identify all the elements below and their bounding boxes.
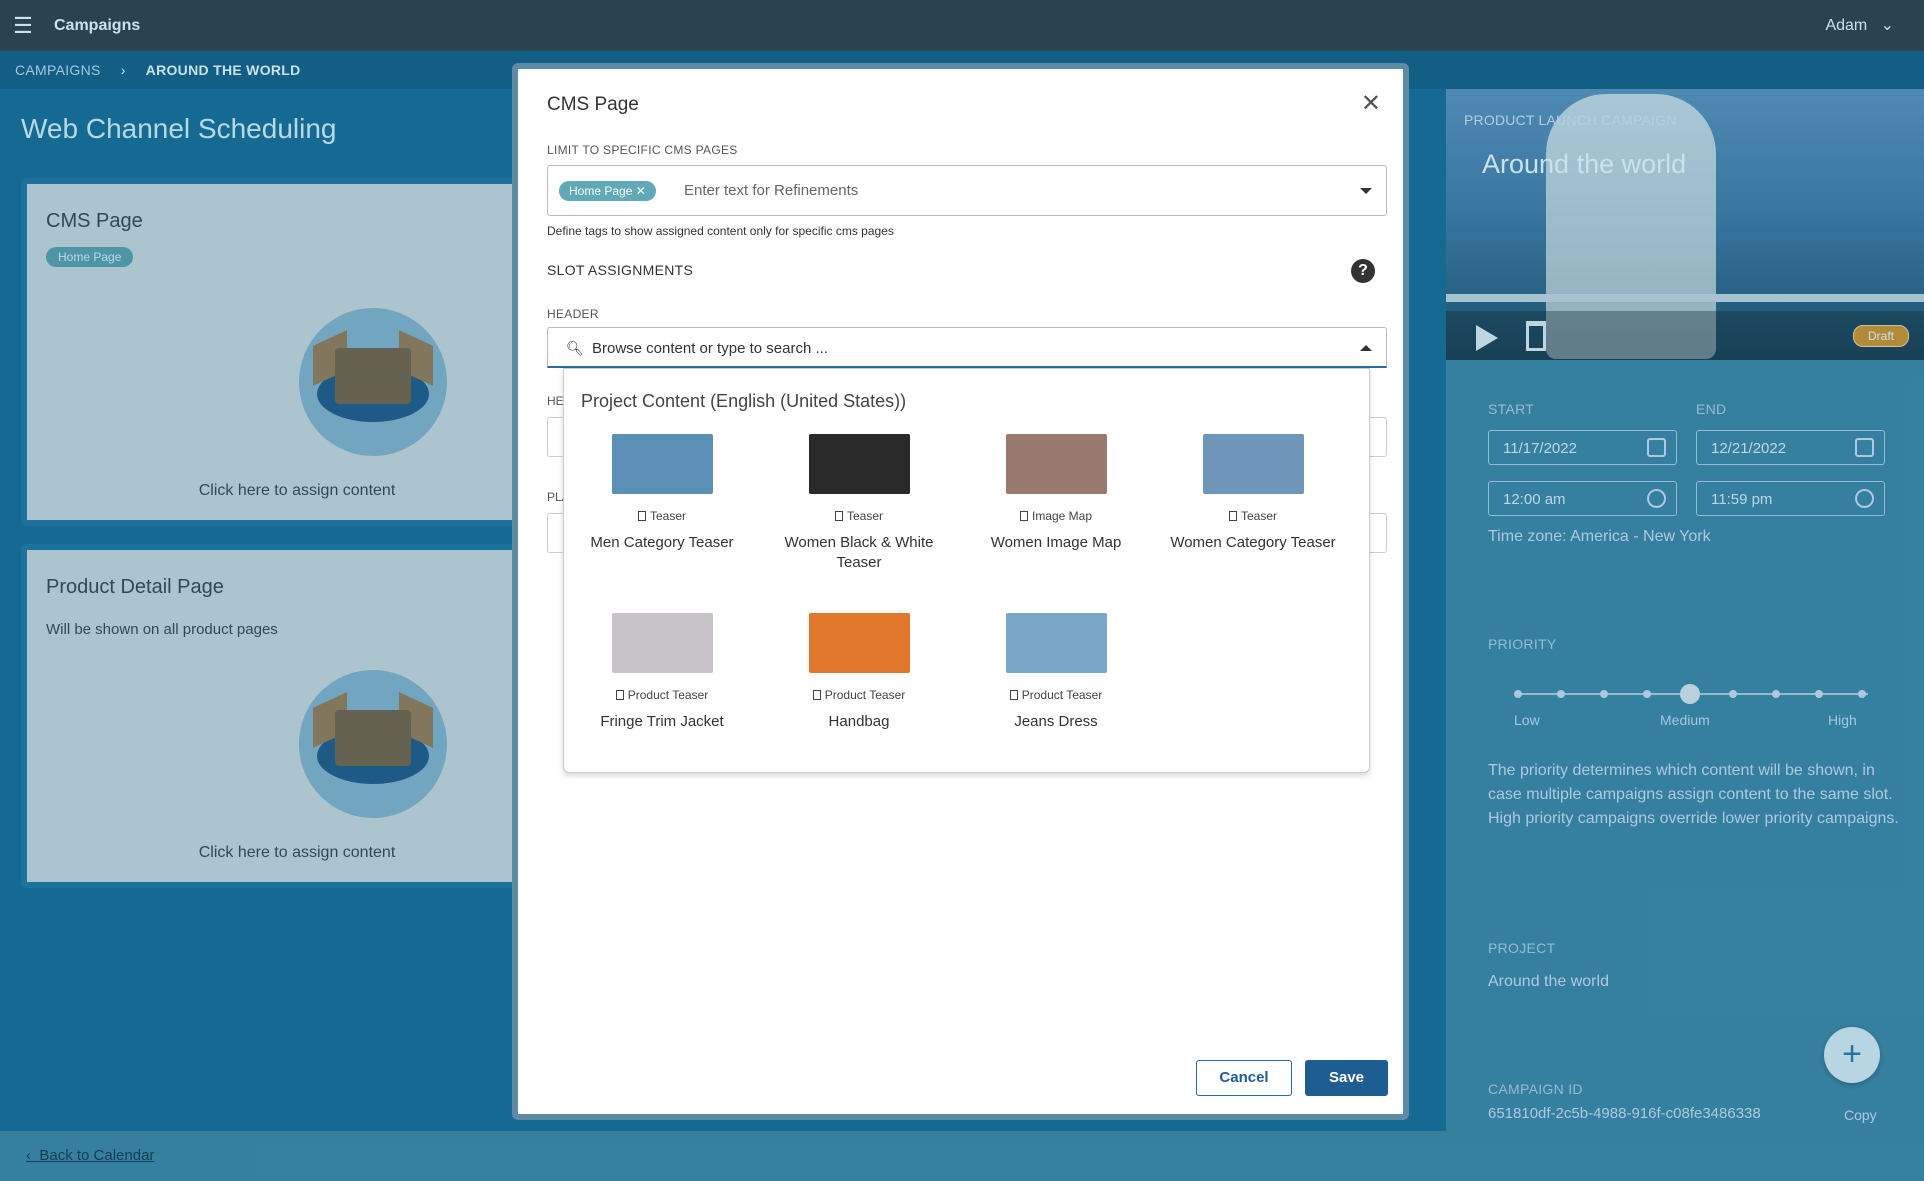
content-item[interactable]: Product Teaser Handbag [761,613,957,732]
content-item[interactable]: Teaser Women Category Teaser [1155,434,1351,553]
content-thumbnail [808,613,910,673]
content-type-icon [812,690,821,700]
content-type-label: Product Teaser [627,688,709,702]
content-type-label: Image Map [1031,509,1093,523]
content-name: Jeans Dress [1014,713,1098,730]
content-type-label: Teaser [846,509,884,523]
content-item[interactable]: Product Teaser Fringe Trim Jacket [564,613,760,732]
content-thumbnail [1005,613,1107,673]
content-item[interactable]: Image Map Women Image Map [958,434,1154,553]
refinements-input[interactable]: Home Page ✕ Enter text for Refinements [547,165,1387,216]
refinements-hint: Define tags to show assigned content onl… [547,224,894,238]
dropdown-caret-icon[interactable] [1360,188,1372,194]
content-thumbnail [1005,434,1107,494]
content-type-icon [1228,511,1237,521]
content-type: Teaser [564,509,760,523]
content-type: Teaser [761,509,957,523]
dropdown-caret-icon[interactable] [1360,345,1372,351]
content-type-label: Product Teaser [1021,688,1103,702]
content-type: Product Teaser [564,688,760,702]
content-thumbnail [808,434,910,494]
limit-label: LIMIT TO SPECIFIC CMS PAGES [547,143,738,157]
remove-chip-icon[interactable]: ✕ [636,184,646,198]
dialog-title: CMS Page [547,94,639,115]
search-placeholder: Browse content or type to search ... [592,340,828,357]
content-name: Men Category Teaser [590,534,734,551]
content-item[interactable]: Product Teaser Jeans Dress [958,613,1154,732]
content-type-icon [834,511,843,521]
content-type: Image Map [958,509,1154,523]
save-button[interactable]: Save [1305,1060,1388,1096]
dropdown-title: Project Content (English (United States)… [581,391,907,411]
content-thumbnail [611,434,713,494]
slot-assignments-heading: SLOT ASSIGNMENTS [547,262,694,278]
content-name: Women Image Map [990,534,1122,551]
chip-label: Home Page [569,184,633,198]
content-type: Product Teaser [958,688,1154,702]
content-name: Fringe Trim Jacket [600,713,724,730]
content-thumbnail [611,613,713,673]
content-item[interactable]: Teaser Men Category Teaser [564,434,760,553]
header-content-search[interactable]: 🔍︎ Browse content or type to search ... [547,327,1387,368]
content-type: Product Teaser [761,688,957,702]
home-page-chip: Home Page ✕ [559,181,656,201]
content-type-icon [1009,690,1018,700]
header-label: HEADER [547,307,599,321]
content-thumbnail [1202,434,1304,494]
search-icon: 🔍︎ [566,340,584,356]
content-type: Teaser [1155,509,1351,523]
refinements-placeholder: Enter text for Refinements [684,182,859,199]
content-name: Women Black & White Teaser [784,534,934,571]
content-dropdown: Project Content (English (United States)… [563,368,1370,773]
content-type-label: Teaser [1240,509,1278,523]
content-type-icon [615,690,624,700]
cancel-button[interactable]: Cancel [1196,1060,1292,1096]
content-type-label: Teaser [649,509,687,523]
content-type-icon [637,511,646,521]
content-type-icon [1019,511,1028,521]
content-name: Women Category Teaser [1170,534,1336,551]
content-type-label: Product Teaser [824,688,906,702]
cms-page-dialog: CMS Page ✕ LIMIT TO SPECIFIC CMS PAGES H… [512,63,1409,1120]
close-icon[interactable]: ✕ [1361,89,1381,118]
content-item[interactable]: Teaser Women Black & White Teaser [761,434,957,573]
content-name: Handbag [828,713,890,730]
help-icon[interactable]: ? [1351,259,1375,283]
